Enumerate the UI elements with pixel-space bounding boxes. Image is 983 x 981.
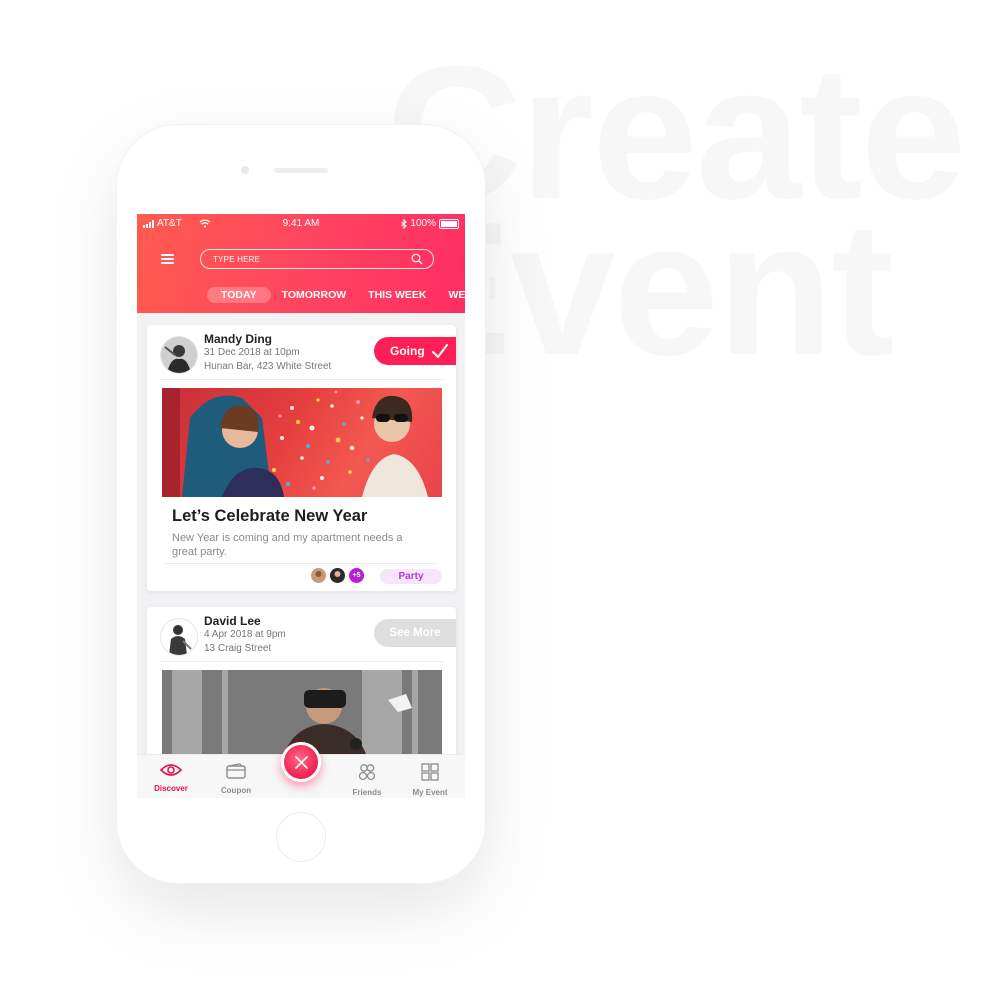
app-screen: AT&T 9:41 AM 100% TODAY TOMORROW THIS WE…	[137, 214, 465, 798]
host-avatar-image	[161, 337, 197, 373]
event-location: 13 Craig Street	[204, 643, 272, 654]
nav-label: Friends	[352, 788, 382, 797]
app-header: AT&T 9:41 AM 100% TODAY TOMORROW THIS WE…	[137, 214, 465, 313]
check-icon	[432, 344, 448, 358]
close-icon	[295, 756, 308, 769]
nav-label: Discover	[154, 784, 188, 793]
host-name[interactable]: Mandy Ding	[204, 332, 272, 346]
nav-item-friends[interactable]: Friends	[339, 763, 395, 797]
close-fab-button[interactable]	[281, 742, 321, 782]
host-name[interactable]: David Lee	[204, 614, 261, 628]
wallet-icon	[226, 763, 246, 779]
see-more-button[interactable]: See More	[374, 619, 456, 647]
status-bar: AT&T 9:41 AM 100%	[137, 218, 465, 234]
event-date: 31 Dec 2018 at 10pm	[204, 347, 300, 358]
nav-label: Coupon	[220, 786, 252, 795]
divider	[165, 563, 438, 564]
phone-side-button-mute	[112, 220, 117, 242]
grid-icon	[421, 763, 439, 781]
avatar[interactable]	[160, 618, 198, 656]
nav-label: My Event	[412, 788, 448, 797]
host-avatar-image	[161, 619, 197, 655]
tab-this-week[interactable]: THIS WEEK	[357, 287, 437, 303]
hamburger-menu-icon[interactable]	[161, 254, 174, 264]
event-card[interactable]: Mandy Ding 31 Dec 2018 at 10pm Hunan Bar…	[147, 325, 456, 591]
search-icon[interactable]	[411, 253, 423, 265]
phone-side-button-volume-up	[112, 264, 117, 304]
tab-weekend[interactable]: WEEKEND	[438, 287, 465, 303]
event-date: 4 Apr 2018 at 9pm	[204, 629, 286, 640]
phone-speaker	[274, 168, 328, 173]
phone-home-button[interactable]	[276, 812, 326, 862]
divider	[160, 661, 443, 662]
battery-icon	[439, 218, 459, 229]
nav-item-coupon[interactable]: Coupon	[208, 763, 264, 795]
event-tag[interactable]: Party	[380, 569, 442, 584]
event-title[interactable]: Let’s Celebrate New Year	[172, 507, 367, 526]
tab-tomorrow[interactable]: TOMORROW	[271, 287, 358, 303]
tab-today[interactable]: TODAY	[207, 287, 271, 303]
eye-icon	[159, 764, 183, 776]
attendee-avatar	[330, 568, 345, 583]
attendee-avatars[interactable]: +5	[311, 568, 364, 583]
event-location: Hunan Bar, 423 White Street	[204, 361, 332, 372]
nav-item-my-event[interactable]: My Event	[402, 763, 458, 797]
phone-camera	[241, 166, 249, 174]
nav-item-discover[interactable]: Discover	[143, 763, 199, 793]
search-bar[interactable]	[200, 249, 434, 269]
friends-icon	[358, 764, 376, 781]
going-button[interactable]: Going	[374, 337, 456, 365]
event-photo[interactable]	[162, 388, 442, 497]
bluetooth-icon	[401, 218, 408, 229]
confetti-party-photo	[162, 388, 428, 497]
status-right: 100%	[401, 218, 459, 229]
extra-attendees-badge: +5	[349, 568, 364, 583]
attendee-avatar	[311, 568, 326, 583]
avatar[interactable]	[160, 336, 198, 374]
going-label: Going	[390, 344, 425, 358]
battery-percent: 100%	[410, 218, 436, 229]
date-filter-tabs: TODAY TOMORROW THIS WEEK WEEKEND	[207, 287, 465, 303]
divider	[160, 379, 443, 380]
phone-side-button-power	[485, 274, 490, 330]
search-input[interactable]	[213, 253, 403, 265]
phone-side-button-volume-down	[112, 320, 117, 360]
event-description: New Year is coming and my apartment need…	[172, 532, 403, 558]
